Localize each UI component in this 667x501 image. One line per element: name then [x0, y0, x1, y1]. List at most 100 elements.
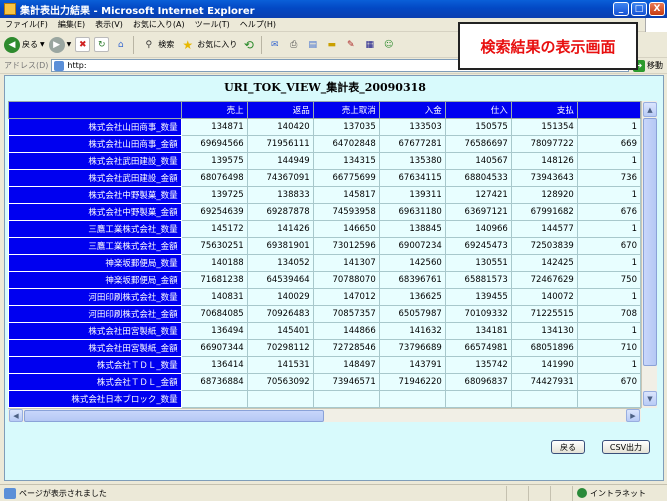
row-label: 株式会社中野製菓_数量 [8, 186, 182, 204]
table-cell: 128920 [510, 186, 578, 204]
table-cell: 68076498 [180, 169, 248, 187]
column-header: 仕入 [444, 101, 512, 119]
people-icon[interactable]: ☺ [381, 37, 396, 52]
row-label: 株式会社ＴＤＬ_数量 [8, 356, 182, 374]
messenger-icon[interactable]: ▦ [362, 37, 377, 52]
minimize-button[interactable]: _ [613, 2, 629, 16]
table-cell: 669 [576, 135, 641, 153]
table-cell: 1 [576, 254, 641, 272]
table-cell: 135742 [444, 356, 512, 374]
csv-export-button[interactable]: CSV出力 [602, 440, 650, 454]
edit-icon[interactable]: ▤ [305, 37, 320, 52]
table-cell: 708 [576, 305, 641, 323]
back-button[interactable]: ◀ 戻る ▼ [2, 35, 47, 55]
status-text: ページが表示されました [19, 488, 107, 498]
menu-help[interactable]: ヘルプ(H) [235, 19, 281, 30]
search-button[interactable]: ⚲ 検索 [137, 35, 176, 55]
menu-edit[interactable]: 編集(E) [53, 19, 90, 30]
row-label: 株式会社ＴＤＬ_金額 [8, 373, 182, 391]
table-cell: 145817 [312, 186, 380, 204]
table-cell: 144577 [510, 220, 578, 238]
table-cell: 71946220 [378, 373, 446, 391]
table-cell: 64539464 [246, 271, 314, 289]
row-label: 株式会社中野製菓_金額 [8, 203, 182, 221]
table-cell: 69007234 [378, 237, 446, 255]
table-cell [444, 390, 512, 408]
app-icon [4, 3, 16, 15]
menu-view[interactable]: 表示(V) [90, 19, 128, 30]
window-title-bar[interactable]: 集計表出力結果 - Microsoft Internet Explorer _ … [0, 0, 667, 18]
table-cell: 68051896 [510, 339, 578, 357]
column-header: 売上 [180, 101, 248, 119]
menu-file[interactable]: ファイル(F) [0, 19, 53, 30]
refresh-icon[interactable]: ↻ [94, 37, 110, 52]
favorites-button[interactable]: ★ お気に入り [176, 35, 239, 55]
table-row: 株式会社武田建設_金額 68076498 74367091 66775699 67634… [8, 169, 641, 187]
horizontal-scroll-thumb[interactable] [24, 410, 324, 422]
table-cell: 141307 [312, 254, 380, 272]
table-row: 株式会社武田建設_数量 139575 144949 134315 135380 14056… [8, 152, 641, 170]
horizontal-scrollbar[interactable]: ◀ ▶ [8, 408, 641, 422]
scroll-right-icon[interactable]: ▶ [626, 409, 640, 422]
table-cell: 66574981 [444, 339, 512, 357]
maximize-button[interactable]: □ [631, 2, 647, 16]
forward-button[interactable]: ▶ ▼ [47, 35, 74, 55]
home-icon[interactable]: ⌂ [113, 37, 128, 52]
table-cell: 70563092 [246, 373, 314, 391]
table-cell: 66775699 [312, 169, 380, 187]
scroll-left-icon[interactable]: ◀ [9, 409, 23, 422]
mail-icon[interactable]: ✉ [267, 37, 282, 52]
table-cell: 68396761 [378, 271, 446, 289]
table-cell: 136414 [180, 356, 248, 374]
back-page-button[interactable]: 戻る [551, 440, 585, 454]
menu-favorites[interactable]: お気に入り(A) [128, 19, 190, 30]
table-row: 株式会社山田商事_数量 134871 140420 137035 133503 15057… [8, 118, 641, 136]
search-icon: ⚲ [145, 39, 153, 50]
row-label: 河田印刷株式会社_数量 [8, 288, 182, 306]
row-label: 株式会社田宮製紙_数量 [8, 322, 182, 340]
table-cell: 140567 [444, 152, 512, 170]
table-cell: 140831 [180, 288, 248, 306]
history-icon[interactable]: ⟲ [241, 37, 256, 52]
table-cell: 134315 [312, 152, 380, 170]
table-cell [312, 390, 380, 408]
scroll-up-icon[interactable]: ▲ [643, 102, 657, 117]
favorites-label: お気に入り [197, 40, 238, 49]
table-cell: 145172 [180, 220, 248, 238]
table-cell: 78097722 [510, 135, 578, 153]
row-label: 三鷹工業株式会社_金額 [8, 237, 182, 255]
print-icon[interactable]: ⎙ [286, 37, 301, 52]
close-button[interactable]: X [649, 2, 665, 16]
table-cell: 134130 [510, 322, 578, 340]
table-cell: 134871 [180, 118, 248, 136]
dropdown-icon: ▼ [66, 41, 72, 48]
table-cell: 65057987 [378, 305, 446, 323]
table-cell [576, 390, 641, 408]
table-row: 神楽坂郵便局_金額 71681238 64539464 70788070 6839676… [8, 271, 641, 289]
table-cell: 139575 [180, 152, 248, 170]
table-cell: 70298112 [246, 339, 314, 357]
stop-icon[interactable]: ✖ [75, 37, 91, 52]
table-row: 河田印刷株式会社_金額 70684085 70926483 70857357 65057… [8, 305, 641, 323]
search-label: 検索 [158, 40, 175, 49]
table-cell: 670 [576, 237, 641, 255]
table-cell: 140188 [180, 254, 248, 272]
folder-icon[interactable]: ▬ [324, 37, 339, 52]
table-cell: 70684085 [180, 305, 248, 323]
table-cell: 139311 [378, 186, 446, 204]
table-cell: 72467629 [510, 271, 578, 289]
column-header: 入金 [378, 101, 446, 119]
table-cell: 144949 [246, 152, 314, 170]
table-cell: 70926483 [246, 305, 314, 323]
zone-label: イントラネット [590, 488, 646, 498]
address-label: アドレス(D) [4, 61, 49, 70]
menu-tools[interactable]: ツール(T) [190, 19, 235, 30]
scroll-down-icon[interactable]: ▼ [643, 391, 657, 406]
table-cell: 76586697 [444, 135, 512, 153]
vertical-scroll-thumb[interactable] [643, 118, 657, 366]
vertical-scrollbar[interactable]: ▲ ▼ [641, 101, 657, 408]
table-cell: 140029 [246, 288, 314, 306]
research-icon[interactable]: ✎ [343, 37, 358, 52]
annotation-label: 検索結果の表示画面 [458, 22, 638, 70]
row-label: 株式会社武田建設_数量 [8, 152, 182, 170]
